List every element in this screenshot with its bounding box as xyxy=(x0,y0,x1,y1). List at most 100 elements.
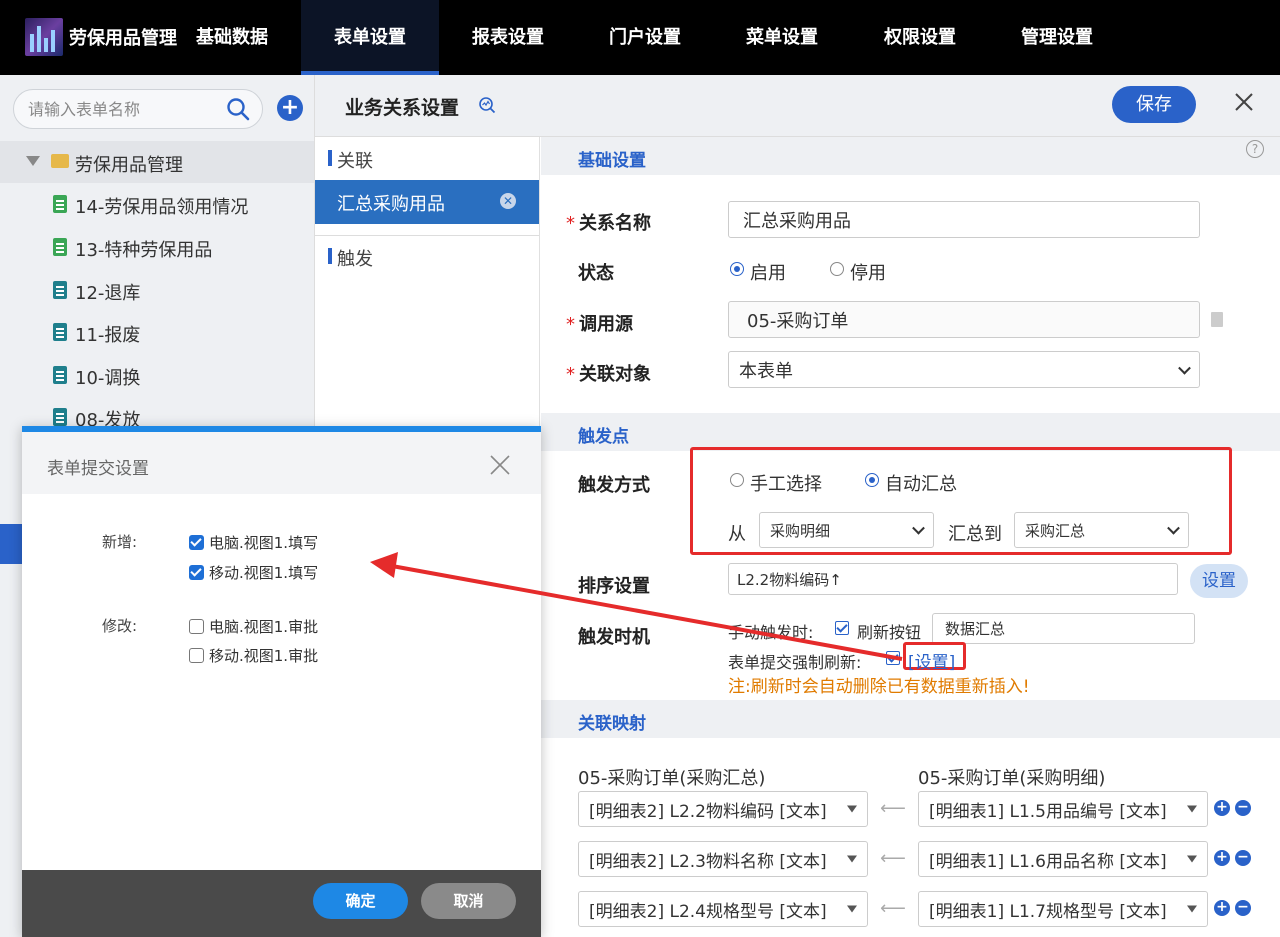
document-icon[interactable] xyxy=(1211,312,1223,327)
mapping-left-value: [明细表2] L2.3物料名称 [文本] xyxy=(589,851,827,872)
edit-mobile-checkbox[interactable] xyxy=(189,648,204,663)
close-icon[interactable] xyxy=(1233,91,1255,113)
submit-refresh-label: 表单提交强制刷新: xyxy=(728,653,862,672)
tree-item-label: 12-退库 xyxy=(75,283,141,304)
edit-pc-checkbox[interactable] xyxy=(189,619,204,634)
mapping-right-select[interactable]: [明细表1] L1.7规格型号 [文本] xyxy=(918,891,1208,927)
tree-root-label: 劳保用品管理 xyxy=(75,155,183,176)
mapping-left-select[interactable]: [明细表2] L2.2物料编码 [文本] xyxy=(578,791,868,827)
caret-down-icon xyxy=(1187,855,1197,863)
relation-name-input[interactable]: 汇总采购用品 xyxy=(728,201,1200,238)
caret-down-icon xyxy=(1187,905,1197,913)
add-pc-checkbox[interactable] xyxy=(189,535,204,550)
section-marker xyxy=(328,248,332,264)
source-label: * 调用源 xyxy=(566,314,633,335)
mode-auto-radio[interactable] xyxy=(865,473,879,487)
timing-label: 触发时机 xyxy=(578,627,650,648)
dialog-header: 表单提交设置 xyxy=(22,432,541,494)
sort-set-button[interactable]: 设置 xyxy=(1190,564,1248,598)
mapping-right-select[interactable]: [明细表1] L1.5用品编号 [文本] xyxy=(918,791,1208,827)
sort-input[interactable]: L2.2物料编码↑ xyxy=(728,563,1178,595)
status-on-radio[interactable] xyxy=(730,262,744,276)
status-off-radio[interactable] xyxy=(830,262,844,276)
save-button[interactable]: 保存 xyxy=(1112,86,1196,123)
tree-item[interactable]: 12-退库 xyxy=(0,269,314,311)
caret-down-icon xyxy=(847,805,857,813)
add-form-button[interactable]: + xyxy=(277,95,303,121)
add-mapping-icon[interactable]: + xyxy=(1214,800,1230,816)
tree-item[interactable]: 11-报废 xyxy=(0,311,314,353)
mapping-right-select[interactable]: [明细表1] L1.6用品名称 [文本] xyxy=(918,841,1208,877)
section-trigger-title: 触发点 xyxy=(578,427,629,447)
edit-label: 修改: xyxy=(102,617,138,635)
add-pc-option-label: 电脑.视图1.填写 xyxy=(209,534,319,552)
caret-down-icon xyxy=(847,855,857,863)
mapping-left-value: [明细表2] L2.2物料编码 [文本] xyxy=(589,801,827,822)
section-basic: 基础设置 ? xyxy=(541,137,1280,175)
submit-refresh-settings-link[interactable]: [设置] xyxy=(908,648,955,673)
nav-item-report-settings[interactable]: 报表设置 xyxy=(457,0,559,75)
mapping-left-select[interactable]: [明细表2] L2.4规格型号 [文本] xyxy=(578,891,868,927)
arrow-left-icon: ⟵ xyxy=(880,848,906,869)
folder-icon xyxy=(51,154,69,168)
to-label: 汇总到 xyxy=(948,524,1002,545)
nav-item-basic-data[interactable]: 基础数据 xyxy=(181,0,283,75)
section-marker xyxy=(328,150,332,166)
brand-title: 劳保用品管理 xyxy=(69,28,177,49)
remove-mapping-icon[interactable]: − xyxy=(1235,850,1251,866)
mode-manual-radio[interactable] xyxy=(730,473,744,487)
dialog-footer: 确定 取消 xyxy=(22,870,541,937)
tree-item[interactable]: 10-调换 xyxy=(0,354,314,396)
nav-item-admin-settings[interactable]: 管理设置 xyxy=(1006,0,1108,75)
nav-item-form-settings[interactable]: 表单设置 xyxy=(301,0,439,75)
form-doc-icon xyxy=(53,323,67,341)
nav-item-menu-settings[interactable]: 菜单设置 xyxy=(731,0,833,75)
tree-item-label: 11-报废 xyxy=(75,325,141,346)
to-select[interactable]: 采购汇总 xyxy=(1014,512,1189,548)
cancel-button[interactable]: 取消 xyxy=(421,883,516,919)
add-mapping-icon[interactable]: + xyxy=(1214,850,1230,866)
remove-mapping-icon[interactable]: − xyxy=(1235,900,1251,916)
to-select-value: 采购汇总 xyxy=(1025,521,1086,540)
target-select[interactable]: 本表单 xyxy=(728,351,1200,388)
tree-item-label: 14-劳保用品领用情况 xyxy=(75,197,249,218)
add-mapping-icon[interactable]: + xyxy=(1214,900,1230,916)
magnify-chart-icon[interactable] xyxy=(478,96,496,114)
relation-item-active[interactable]: 汇总采购用品 ✕ xyxy=(315,180,539,224)
edit-pc-option-label: 电脑.视图1.审批 xyxy=(209,618,319,636)
search-input[interactable] xyxy=(28,98,218,120)
status-label: 状态 xyxy=(578,263,614,284)
tree-item[interactable]: 13-特种劳保用品 xyxy=(0,226,314,268)
submit-refresh-checkbox[interactable] xyxy=(886,651,900,665)
main-header: 业务关系设置 保存 xyxy=(315,75,1280,137)
from-select[interactable]: 采购明细 xyxy=(759,512,934,548)
arrow-left-icon: ⟵ xyxy=(880,898,906,919)
dialog-close-icon[interactable] xyxy=(489,454,511,476)
nav-item-portal-settings[interactable]: 门户设置 xyxy=(594,0,696,75)
refresh-button-name-input[interactable]: 数据汇总 xyxy=(932,613,1195,644)
tree-item[interactable]: 14-劳保用品领用情况 xyxy=(0,183,314,225)
add-mobile-option-label: 移动.视图1.填写 xyxy=(209,564,319,582)
target-label: * 关联对象 xyxy=(566,364,651,385)
remove-relation-icon[interactable]: ✕ xyxy=(500,193,516,209)
remove-mapping-icon[interactable]: − xyxy=(1235,800,1251,816)
tree-root-node[interactable]: 劳保用品管理 xyxy=(0,141,314,183)
refresh-button-checkbox[interactable] xyxy=(835,621,849,635)
source-input[interactable]: 05-采购订单 xyxy=(728,301,1200,338)
section-trigger-label: 触发 xyxy=(337,249,373,270)
mapping-left-select[interactable]: [明细表2] L2.3物料名称 [文本] xyxy=(578,841,868,877)
nav-item-permission-settings[interactable]: 权限设置 xyxy=(869,0,971,75)
edit-mobile-option-label: 移动.视图1.审批 xyxy=(209,647,319,665)
status-off-label: 停用 xyxy=(850,263,886,284)
caret-down-icon[interactable] xyxy=(26,156,40,166)
add-mobile-checkbox[interactable] xyxy=(189,565,204,580)
arrow-left-icon: ⟵ xyxy=(880,798,906,819)
confirm-button[interactable]: 确定 xyxy=(313,883,408,919)
section-mapping: 关联映射 xyxy=(541,700,1280,738)
search-icon[interactable] xyxy=(226,97,250,121)
manual-trigger-label: 手动触发时: xyxy=(728,623,814,642)
refresh-warning-text: 注:刷新时会自动删除已有数据重新插入! xyxy=(728,677,1030,697)
help-icon[interactable]: ? xyxy=(1246,140,1264,158)
top-nav: 劳保用品管理 基础数据 表单设置 报表设置 门户设置 菜单设置 权限设置 管理设… xyxy=(0,0,1280,75)
from-select-value: 采购明细 xyxy=(770,521,831,540)
